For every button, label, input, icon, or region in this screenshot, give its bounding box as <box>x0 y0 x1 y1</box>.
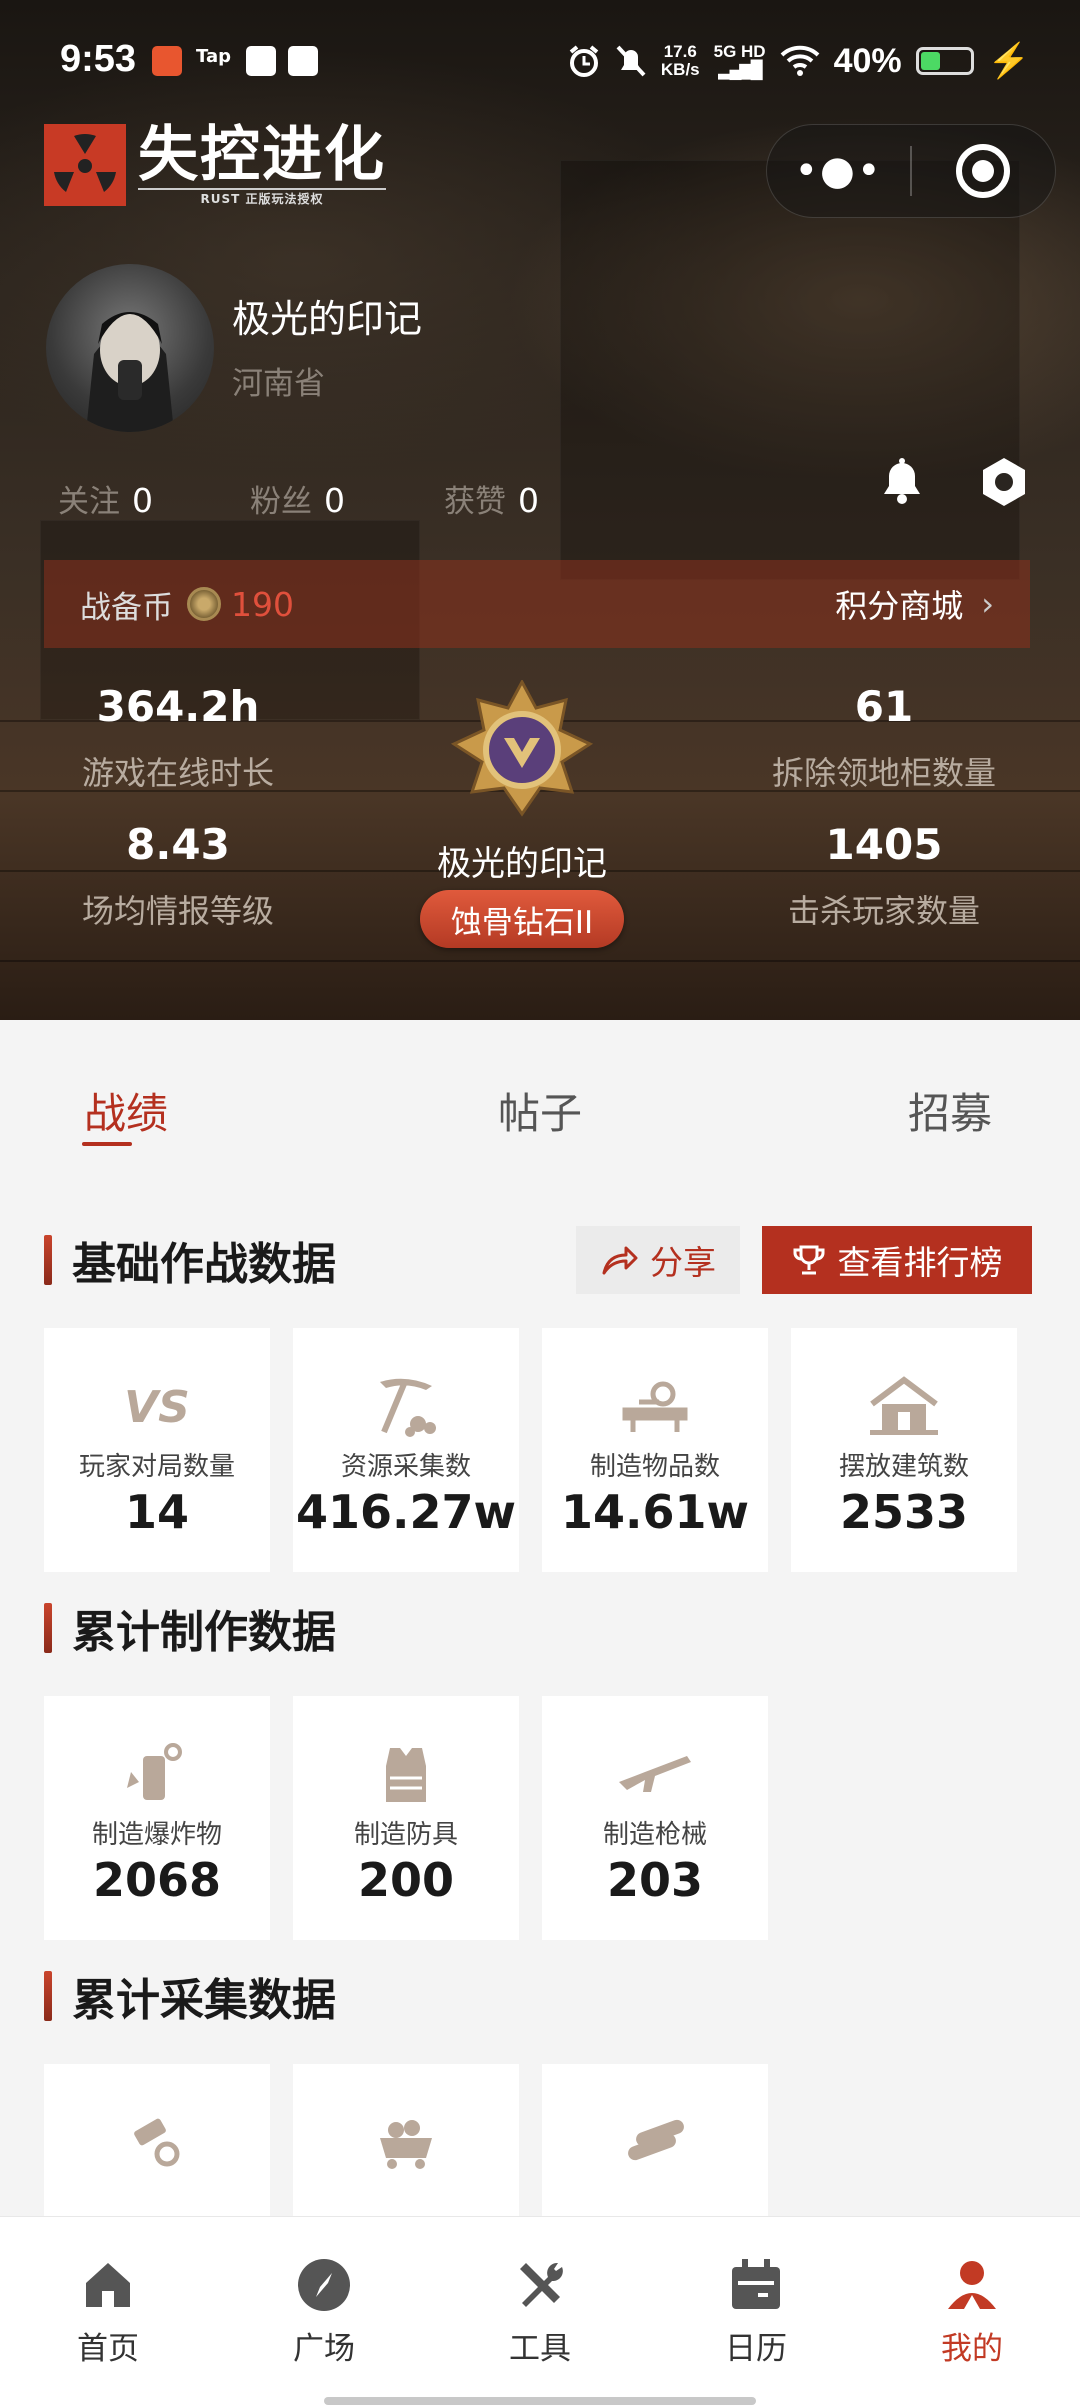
tab-records[interactable]: 战绩 <box>84 1080 168 1141</box>
stat-cabinets-removed: 61 拆除领地柜数量 <box>771 682 996 792</box>
status-time: 9:53 <box>60 38 137 80</box>
close-miniprogram-button[interactable] <box>912 144 1055 198</box>
signal-indicator: 5G HD ▂▄▆█ <box>713 42 766 79</box>
stat-card-resources: 资源采集数 416.27w <box>293 1328 519 1572</box>
points-shop-link[interactable]: 积分商城 › <box>835 581 994 627</box>
share-button[interactable]: 分享 <box>576 1226 740 1294</box>
trophy-icon <box>793 1245 824 1275</box>
coin-bar: 战备币 190 积分商城 › <box>44 560 1030 648</box>
calendar-icon <box>732 2259 780 2309</box>
stat-card-metal <box>44 2064 270 2216</box>
username: 极光的印记 <box>232 297 423 341</box>
follow-count[interactable]: 关注 0 <box>58 476 153 521</box>
coin-value: 190 <box>231 584 294 624</box>
stat-card-explosives: 制造爆炸物 2068 <box>44 1696 270 1940</box>
pickaxe-icon <box>380 1378 436 1437</box>
tools-icon <box>520 2262 563 2307</box>
vs-icon: VS <box>124 1382 190 1433</box>
fans-count[interactable]: 粉丝 0 <box>250 476 345 521</box>
content-area: 战绩 帖子 招募 基础作战数据 分享 查看排行榜 VS 玩家对局数量 14 资源采… <box>0 1020 1080 2216</box>
wood-logs-icon <box>628 2119 684 2161</box>
house-icon <box>870 1376 938 1435</box>
metal-icon <box>134 2118 180 2167</box>
taptap-icon: Tap <box>196 46 231 67</box>
coin-icon <box>187 587 221 621</box>
coin-label: 战备币 <box>80 589 173 626</box>
stat-intel-level: 8.43 场均情报等级 <box>81 820 274 930</box>
stat-card-ore <box>293 2064 519 2216</box>
likes-count[interactable]: 获赞 0 <box>444 476 539 521</box>
battery-icon <box>915 47 974 75</box>
active-tab-indicator <box>82 1142 132 1146</box>
nav-square[interactable]: 广场 <box>244 2257 404 2368</box>
battery-percent: 40% <box>833 41 902 80</box>
stat-card-armor: 制造防具 200 <box>293 1696 519 1940</box>
section-title-gathering: 累计采集数据 <box>44 1966 336 2026</box>
armor-icon <box>386 1748 426 1802</box>
target-icon <box>956 144 1011 198</box>
rank-username: 极光的印记 <box>437 844 607 884</box>
tab-recruit[interactable]: 招募 <box>908 1080 992 1141</box>
bell-icon[interactable] <box>874 452 930 508</box>
tab-posts[interactable]: 帖子 <box>498 1080 582 1141</box>
logo-subtitle: RUST 正版玩法授权 <box>138 187 386 207</box>
miniprogram-capsule: •●• <box>766 124 1056 218</box>
wallet-icon <box>246 46 276 76</box>
more-options-button[interactable]: •●• <box>767 148 910 194</box>
logo-title: 失控进化 <box>138 119 386 190</box>
stat-card-matches: VS 玩家对局数量 14 <box>44 1328 270 1572</box>
view-leaderboard-button[interactable]: 查看排行榜 <box>762 1226 1032 1294</box>
user-province: 河南省 <box>232 366 325 402</box>
notification-app-icon <box>152 46 182 76</box>
share-icon <box>602 1246 638 1275</box>
stat-card-buildings: 摆放建筑数 2533 <box>791 1328 1017 1572</box>
bottom-navigation: 首页 广场 工具 日历 我的 <box>0 2216 1080 2408</box>
stat-players-killed: 1405 击杀玩家数量 <box>787 820 980 930</box>
mute-bell-icon <box>616 45 646 77</box>
rank-tier-badge: 蚀骨钻石II <box>420 890 624 948</box>
stat-card-crafted: 制造物品数 14.61w <box>542 1328 768 1572</box>
nav-profile[interactable]: 我的 <box>892 2257 1052 2368</box>
rifle-icon <box>619 1756 691 1792</box>
rank-medal-icon[interactable] <box>448 680 596 820</box>
stat-card-wood <box>542 2064 768 2216</box>
section-title-basic: 基础作战数据 <box>44 1230 336 1290</box>
charging-icon: ⚡ <box>987 42 1030 80</box>
stat-card-firearms: 制造枪械 203 <box>542 1696 768 1940</box>
app-logo: 失控进化 RUST 正版玩法授权 <box>44 122 386 208</box>
alarm-icon <box>569 45 599 77</box>
avatar[interactable] <box>46 264 214 432</box>
home-indicator[interactable] <box>324 2397 756 2405</box>
vivo-icon <box>288 46 318 76</box>
stat-online-hours: 364.2h 游戏在线时长 <box>81 682 274 792</box>
radiation-logo-icon <box>44 124 126 206</box>
wifi-icon <box>780 45 819 76</box>
ore-cart-icon <box>380 2120 432 2169</box>
profile-icon <box>948 2261 996 2309</box>
nav-home[interactable]: 首页 <box>28 2257 188 2368</box>
network-speed: 17.6 KB/s <box>660 42 700 79</box>
explosive-icon <box>127 1743 182 1800</box>
nav-tools[interactable]: 工具 <box>460 2257 620 2368</box>
section-title-crafting: 累计制作数据 <box>44 1598 336 1658</box>
svg-text:VS: VS <box>124 1382 190 1433</box>
chevron-right-icon: › <box>981 585 994 623</box>
settings-icon[interactable] <box>976 454 1032 510</box>
home-icon <box>86 2263 130 2307</box>
crafting-icon <box>622 1381 688 1432</box>
status-bar: 9:53 Tap 17.6 KB/s 5G HD ▂▄▆█ 40% ⚡ <box>0 0 1080 120</box>
nav-calendar[interactable]: 日历 <box>676 2257 836 2368</box>
compass-icon <box>298 2259 350 2311</box>
